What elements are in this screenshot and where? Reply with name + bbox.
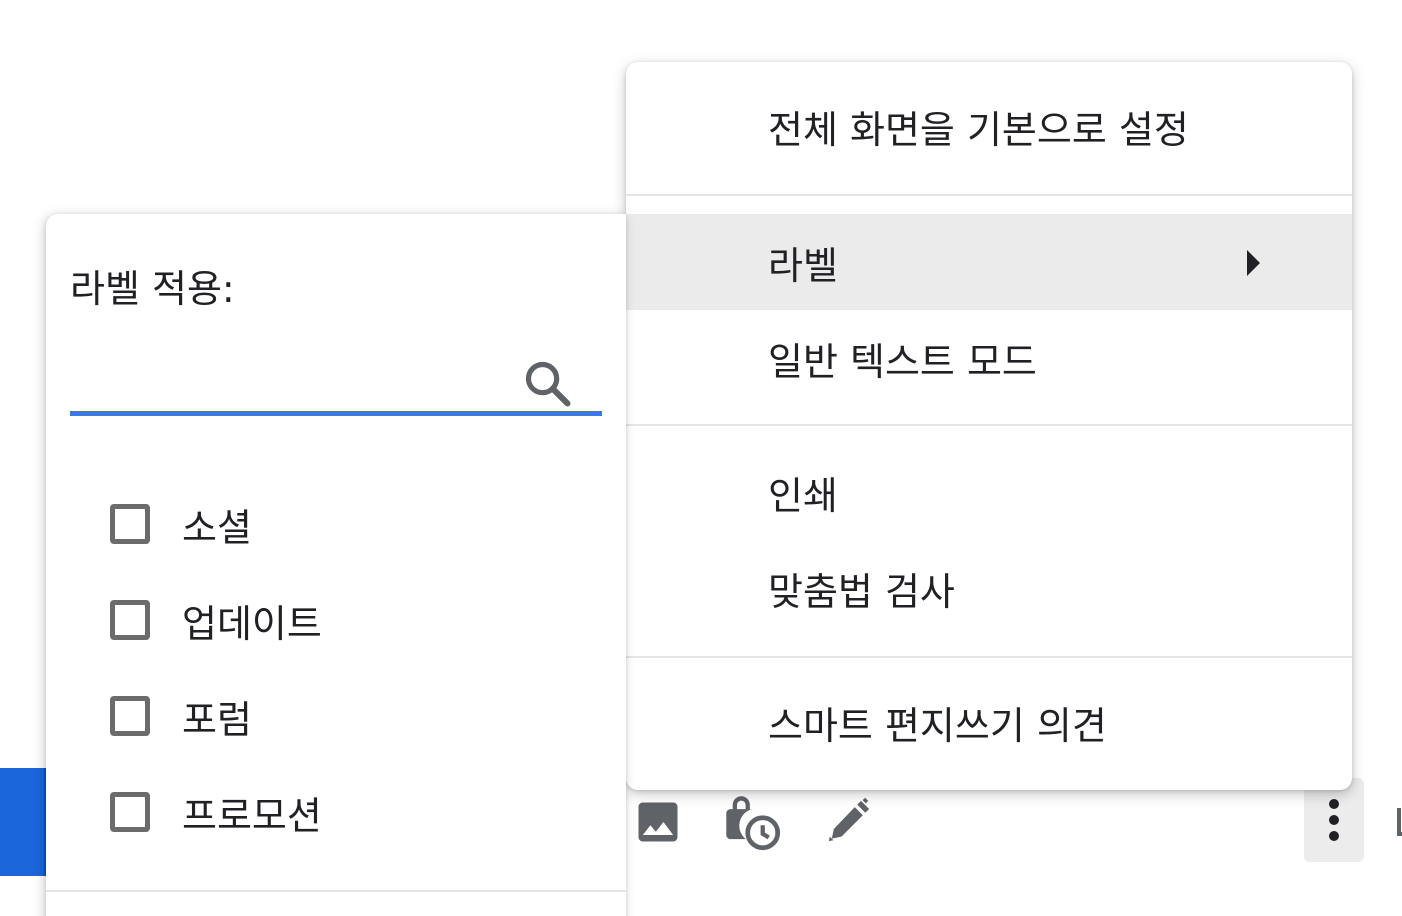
label-panel-title: 라벨 적용: xyxy=(70,267,235,311)
menu-item-label: 인쇄 xyxy=(768,473,838,518)
label-option-social[interactable]: 소셜 xyxy=(110,492,590,556)
menu-item-label: 일반 텍스트 모드 xyxy=(768,339,1037,384)
more-options-menu: 전체 화면을 기본으로 설정 라벨 일반 텍스트 모드 인쇄 맞춤법 검사 스마… xyxy=(626,62,1352,790)
menu-item-spell-check[interactable]: 맞춤법 검사 xyxy=(626,540,1352,636)
search-icon xyxy=(525,361,571,407)
submenu-arrow-icon xyxy=(1247,250,1260,276)
label-option-text: 소셜 xyxy=(182,505,252,550)
panel-divider xyxy=(46,890,626,892)
menu-item-fullscreen-default[interactable]: 전체 화면을 기본으로 설정 xyxy=(626,78,1352,174)
label-checkbox[interactable] xyxy=(110,504,150,544)
signature-button[interactable] xyxy=(818,790,878,854)
label-option-updates[interactable]: 업데이트 xyxy=(110,588,590,652)
menu-item-label: 전체 화면을 기본으로 설정 xyxy=(768,107,1189,152)
label-option-text: 프로모션 xyxy=(182,793,322,838)
delete-draft-button[interactable] xyxy=(1394,790,1402,854)
label-option-text: 포럼 xyxy=(182,697,252,742)
label-submenu: 라벨 적용: 소셜 업데이트 포럼 프로모션 xyxy=(46,214,626,916)
label-checkbox[interactable] xyxy=(110,792,150,832)
more-options-button[interactable] xyxy=(1304,778,1364,862)
trash-icon xyxy=(1397,808,1402,836)
menu-divider xyxy=(626,424,1352,426)
confidential-mode-button[interactable] xyxy=(722,790,782,854)
menu-item-print[interactable]: 인쇄 xyxy=(626,444,1352,540)
menu-item-label: 라벨 xyxy=(768,243,838,288)
compose-window: 전체 화면을 기본으로 설정 라벨 일반 텍스트 모드 인쇄 맞춤법 검사 스마… xyxy=(0,0,1402,916)
menu-divider xyxy=(626,194,1352,196)
menu-item-label-submenu[interactable]: 라벨 xyxy=(626,214,1352,310)
label-option-promotions[interactable]: 프로모션 xyxy=(110,780,590,844)
menu-item-label: 맞춤법 검사 xyxy=(768,569,955,614)
label-checkbox[interactable] xyxy=(110,696,150,736)
label-option-text: 업데이트 xyxy=(182,601,322,646)
insert-photo-icon xyxy=(638,802,678,842)
label-checkbox[interactable] xyxy=(110,600,150,640)
label-option-forums[interactable]: 포럼 xyxy=(110,684,590,748)
more-options-icon xyxy=(1329,799,1339,841)
confidential-mode-icon xyxy=(726,796,781,851)
insert-photo-button[interactable] xyxy=(628,790,688,854)
menu-item-plain-text-mode[interactable]: 일반 텍스트 모드 xyxy=(626,310,1352,406)
menu-divider xyxy=(626,656,1352,658)
signature-pen-icon xyxy=(828,797,870,842)
menu-item-label: 스마트 편지쓰기 의견 xyxy=(768,703,1107,748)
menu-item-smart-compose-feedback[interactable]: 스마트 편지쓰기 의견 xyxy=(626,674,1352,770)
